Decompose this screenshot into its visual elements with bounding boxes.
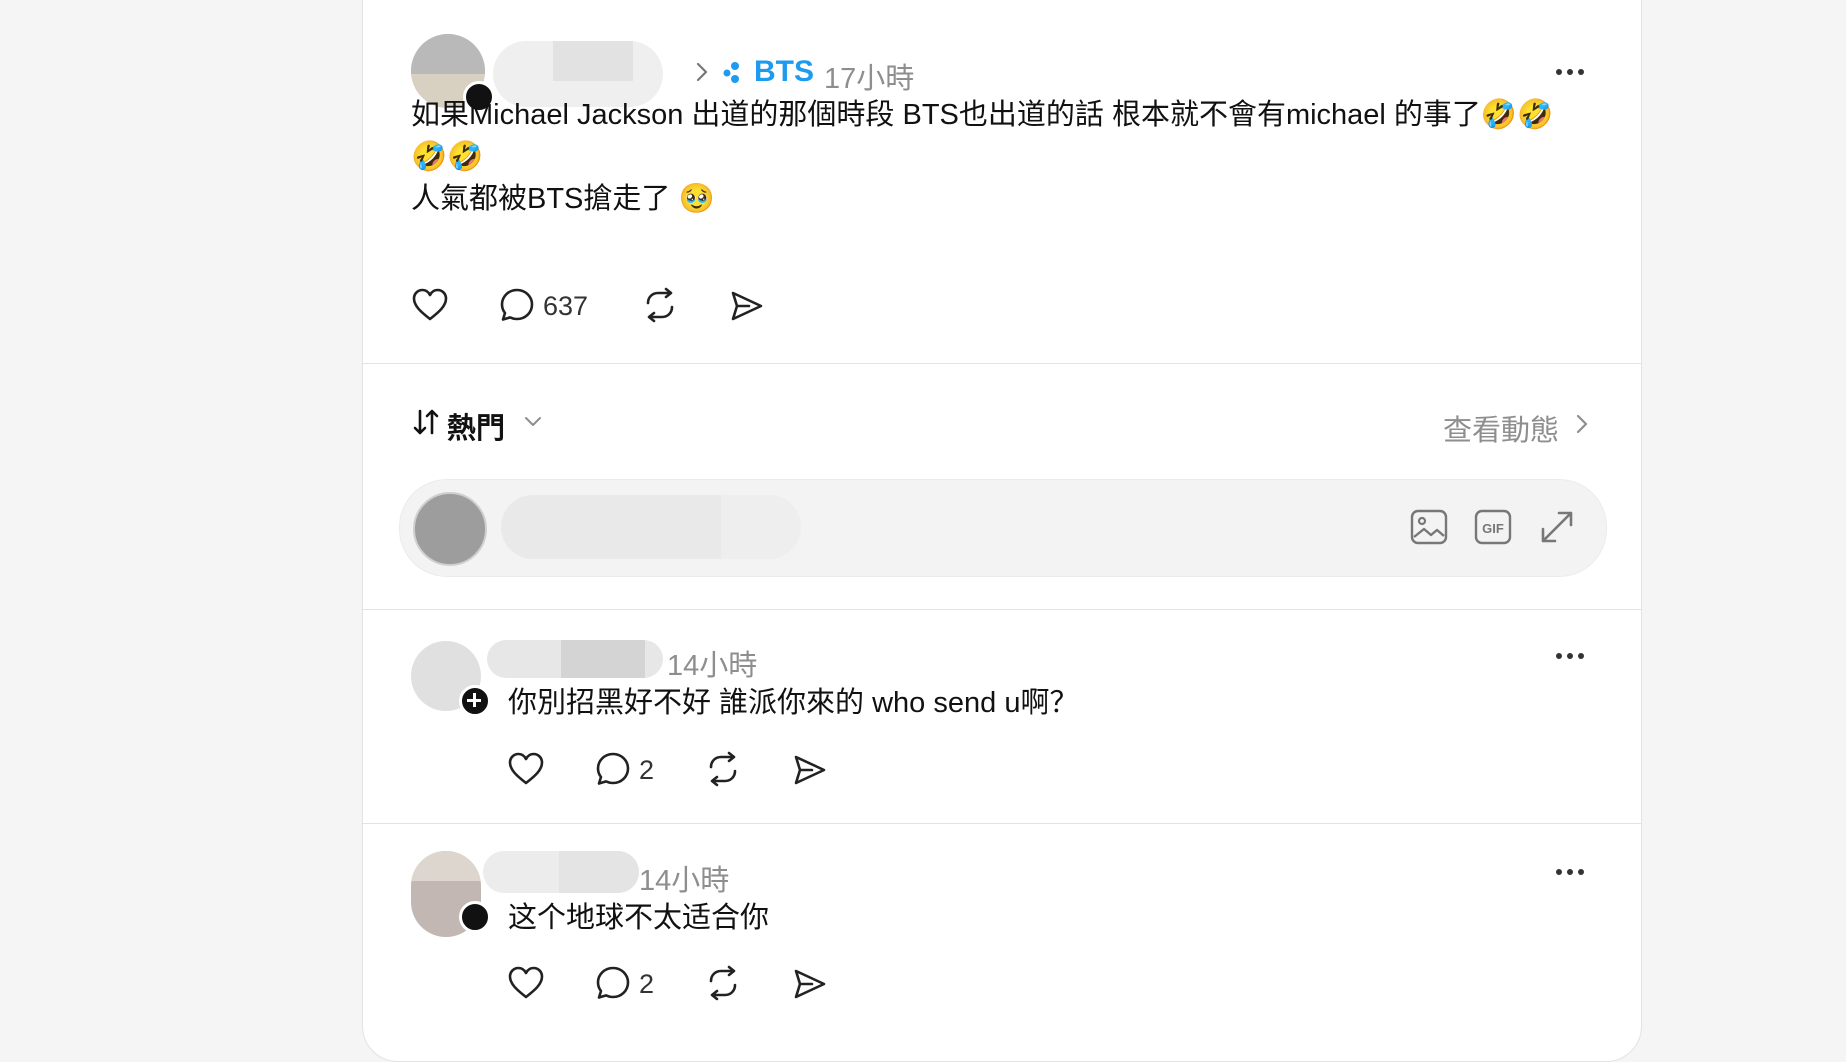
expand-icon[interactable]	[1537, 507, 1577, 547]
chevron-right-icon	[696, 62, 708, 82]
composer-avatar	[413, 492, 487, 566]
composer-divider	[363, 609, 1641, 610]
share-icon[interactable]	[729, 289, 765, 323]
more-icon	[1556, 869, 1562, 875]
comment-divider	[363, 823, 1641, 824]
composer-input[interactable]	[501, 495, 801, 559]
share-icon[interactable]	[792, 967, 828, 1001]
comment-icon[interactable]	[595, 965, 631, 1001]
community-name-link[interactable]: BTS	[754, 55, 814, 89]
view-activity-link[interactable]: 查看動態	[1443, 407, 1559, 449]
gif-icon[interactable]: GIF	[1473, 507, 1513, 547]
more-icon	[1556, 69, 1562, 75]
chevron-down-icon[interactable]	[523, 413, 543, 429]
repost-icon[interactable]	[704, 965, 742, 1001]
comment-timestamp: 14小時	[639, 865, 730, 897]
comment-text: 这个地球不太适合你	[508, 902, 770, 934]
post-reply-count: 637	[543, 291, 589, 321]
comment-timestamp: 14小時	[667, 650, 758, 682]
post-timestamp: 17小時	[824, 63, 915, 95]
follow-badge[interactable]	[459, 685, 491, 717]
comment-reply-count: 2	[639, 969, 655, 999]
post-more-button[interactable]	[1556, 69, 1584, 75]
comment-icon[interactable]	[499, 287, 535, 323]
follow-badge[interactable]	[459, 901, 491, 933]
post-text-line-2: 🤣🤣	[411, 141, 484, 173]
comment-reply-count: 2	[639, 755, 655, 785]
post-text-line-1: 如果Michael Jackson 出道的那個時段 BTS也出道的話 根本就不會…	[411, 99, 1554, 131]
like-heart-icon[interactable]	[411, 287, 449, 323]
sort-label[interactable]: 熱門	[447, 405, 505, 447]
thread-card: BTS 17小時 如果Michael Jackson 出道的那個時段 BTS也出…	[362, 0, 1642, 1062]
community-icon	[723, 62, 739, 83]
repost-icon[interactable]	[704, 751, 742, 787]
image-icon[interactable]	[1409, 507, 1449, 547]
more-icon	[1556, 653, 1562, 659]
like-heart-icon[interactable]	[507, 965, 545, 1001]
share-icon[interactable]	[792, 753, 828, 787]
comment-author-name[interactable]	[487, 640, 663, 678]
comment-more-button[interactable]	[1556, 869, 1584, 875]
post-text-line-3: 人氣都被BTS搶走了 🥹	[411, 183, 715, 215]
comment-more-button[interactable]	[1556, 653, 1584, 659]
svg-text:GIF: GIF	[1482, 521, 1504, 536]
chevron-right-icon[interactable]	[1575, 413, 1589, 435]
comment-author-name[interactable]	[483, 851, 639, 893]
repost-icon[interactable]	[641, 287, 679, 323]
like-heart-icon[interactable]	[507, 751, 545, 787]
comment-text: 你別招黑好不好 誰派你來的 who send u啊？	[508, 687, 1079, 719]
sort-icon[interactable]	[411, 407, 441, 437]
comment-icon[interactable]	[595, 751, 631, 787]
post-divider	[363, 363, 1641, 364]
